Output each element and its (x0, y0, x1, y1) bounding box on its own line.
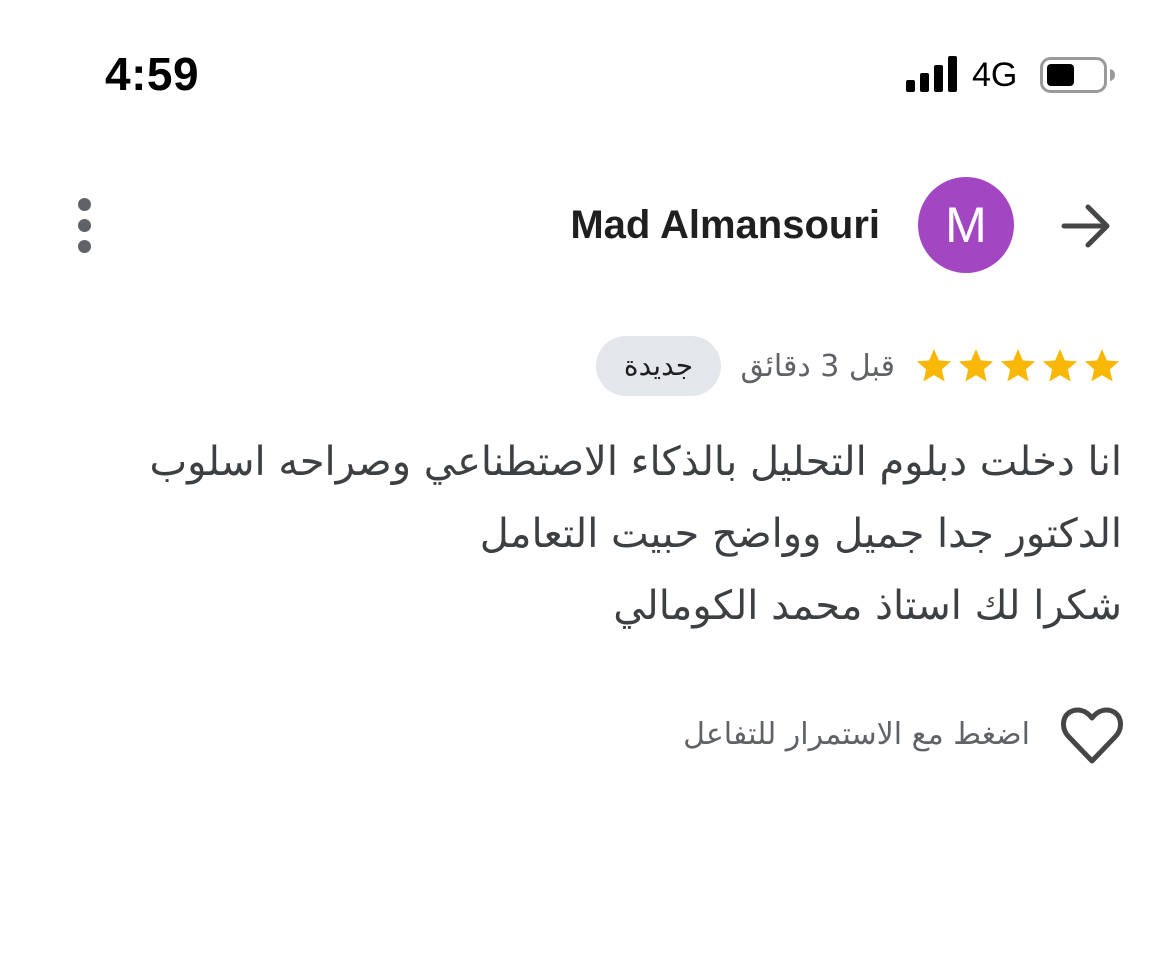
author-name: Mad Almansouri (570, 203, 880, 247)
avatar[interactable]: M (918, 177, 1014, 273)
more-vertical-icon (77, 197, 91, 211)
heart-outline-icon[interactable] (1060, 706, 1124, 766)
review-time: قبل 3 دقائق (740, 349, 896, 384)
review-text: انا دخلت دبلوم التحليل بالذكاء الاصتطناع… (122, 426, 1122, 642)
star-icon (1000, 349, 1036, 382)
star-icon (1084, 349, 1120, 382)
cellular-signal-icon (906, 56, 960, 92)
status-time: 4:59 (105, 48, 200, 100)
review-line: شكرا لك استاذ محمد الكومالي (613, 583, 1122, 629)
battery-icon (1040, 57, 1115, 93)
more-options-button[interactable] (60, 192, 108, 258)
review-line: انا دخلت دبلوم التحليل بالذكاء الاصتطناع… (149, 439, 1122, 485)
star-icon (916, 349, 952, 382)
star-rating (914, 344, 1122, 388)
network-type: 4G (972, 56, 1018, 94)
star-icon (1042, 349, 1078, 382)
review-line: الدكتور جدا جميل وواضح حبيت التعامل (479, 511, 1122, 557)
like-hint: اضغط مع الاستمرار للتفاعل (683, 717, 1030, 752)
star-icon (958, 349, 994, 382)
new-badge: جديدة (596, 336, 721, 396)
arrow-right-icon[interactable] (1058, 198, 1114, 254)
